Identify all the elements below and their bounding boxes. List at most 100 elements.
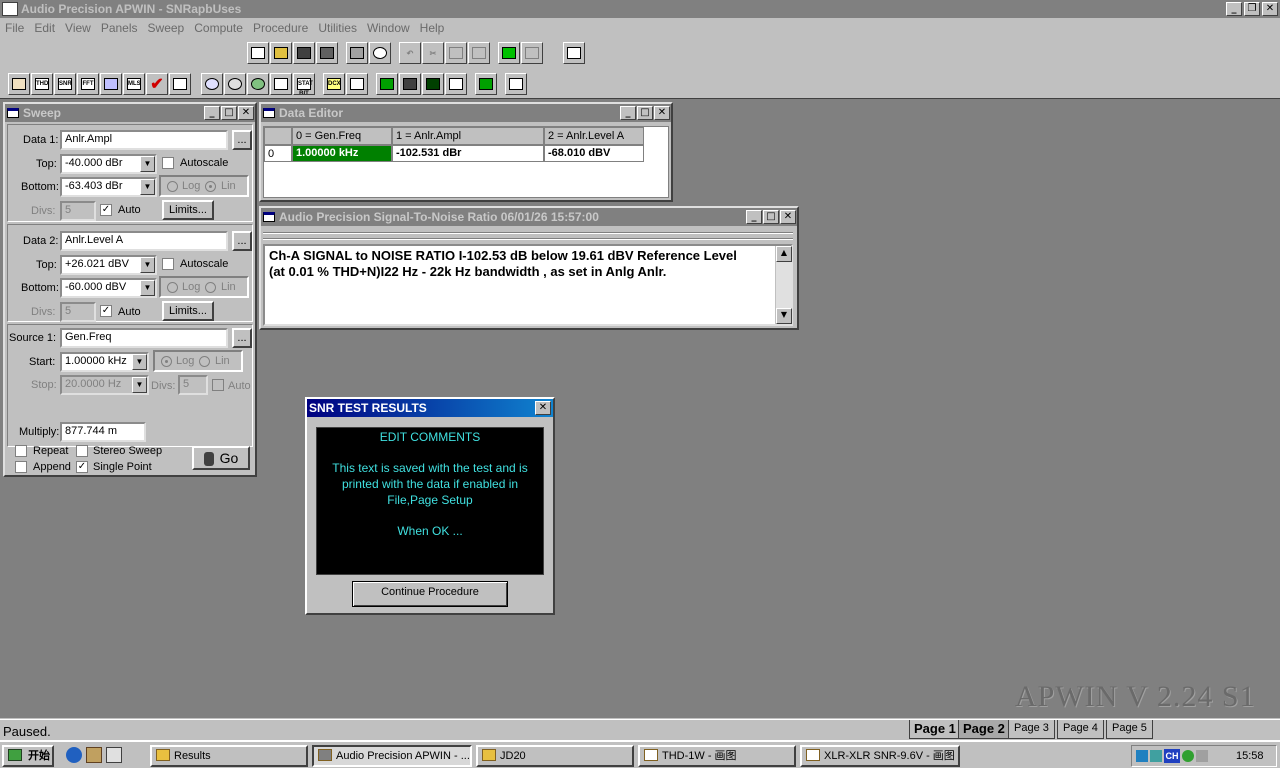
dialog-title-bar[interactable]: SNR TEST RESULTS ✕ xyxy=(307,399,553,417)
comments-box[interactable]: EDIT COMMENTS This text is saved with th… xyxy=(316,427,544,575)
maximize-button[interactable]: □ xyxy=(637,106,653,120)
dropdown-arrow-icon[interactable]: ▼ xyxy=(132,377,147,393)
new-file-icon[interactable] xyxy=(247,42,269,64)
close-button[interactable]: ✕ xyxy=(780,210,796,224)
mls-icon[interactable]: MLS xyxy=(123,73,145,95)
data1-browse-button[interactable]: ... xyxy=(232,130,252,150)
print-icon[interactable] xyxy=(346,42,368,64)
menu-item-utilities[interactable]: Utilities xyxy=(313,21,362,35)
open-folder-icon[interactable] xyxy=(270,42,292,64)
check-icon[interactable]: ✔ xyxy=(146,73,168,95)
table-cell-selected[interactable]: 1.00000 kHz xyxy=(292,145,392,162)
source1-browse-button[interactable]: ... xyxy=(232,328,252,348)
fft-icon[interactable]: FFT xyxy=(77,73,99,95)
paste-icon[interactable] xyxy=(468,42,490,64)
limits1-button[interactable]: Limits... xyxy=(162,200,214,220)
divs1-field[interactable]: 5 xyxy=(60,201,96,221)
meter-icon[interactable] xyxy=(247,73,269,95)
table-icon[interactable] xyxy=(445,73,467,95)
restore-button[interactable]: ❐ xyxy=(1244,2,1260,16)
menu-item-procedure[interactable]: Procedure xyxy=(248,21,313,35)
maximize-button[interactable]: □ xyxy=(221,106,237,120)
page-tab-2[interactable]: Page 2 xyxy=(958,720,1010,739)
go-button[interactable]: Go xyxy=(192,446,250,470)
dropdown-arrow-icon[interactable]: ▼ xyxy=(140,156,155,172)
graph-icon[interactable] xyxy=(422,73,444,95)
scroll-up-icon[interactable]: ▲ xyxy=(776,246,792,262)
lin2-radio[interactable] xyxy=(205,282,216,293)
top2-combo[interactable]: +26.021 dBV ▼ xyxy=(60,255,157,275)
stop-combo[interactable]: 20.0000 Hz ▼ xyxy=(60,375,149,395)
lin1-radio[interactable] xyxy=(205,181,216,192)
close-button[interactable]: ✕ xyxy=(1262,2,1278,16)
taskbar-item-results[interactable]: Results xyxy=(150,745,308,767)
taskbar-item-apwin[interactable]: Audio Precision APWIN - ... xyxy=(312,745,472,767)
analyzer-icon[interactable] xyxy=(224,73,246,95)
dcx-icon[interactable]: DCX xyxy=(323,73,345,95)
auto1-checkbox[interactable]: ✓ xyxy=(100,204,112,216)
close-button[interactable]: ✕ xyxy=(654,106,670,120)
menu-item-sweep[interactable]: Sweep xyxy=(143,21,190,35)
minimize-button[interactable]: _ xyxy=(1226,2,1242,16)
divs2-field[interactable]: 5 xyxy=(60,302,96,322)
copy-icon[interactable] xyxy=(445,42,467,64)
start-lin-radio[interactable] xyxy=(199,356,210,367)
maximize-button[interactable]: □ xyxy=(763,210,779,224)
run-icon[interactable] xyxy=(498,42,520,64)
input-method-icon[interactable]: CH xyxy=(1164,749,1180,763)
page-tab-1[interactable]: Page 1 xyxy=(909,720,961,739)
taskbar-item-jd20[interactable]: JD20 xyxy=(476,745,634,767)
switcher-icon[interactable] xyxy=(346,73,368,95)
notes-icon[interactable] xyxy=(505,73,527,95)
volume-icon[interactable] xyxy=(1196,750,1208,762)
stop-icon[interactable] xyxy=(521,42,543,64)
desktop-icon[interactable] xyxy=(106,747,122,763)
top1-combo[interactable]: -40.000 dBr ▼ xyxy=(60,154,157,174)
stat-bit-icon[interactable]: STAT BIT xyxy=(293,73,315,95)
spectrum-icon[interactable] xyxy=(100,73,122,95)
repeat-checkbox[interactable] xyxy=(15,445,27,457)
data2-field[interactable]: Anlr.Level A xyxy=(60,231,228,251)
graph-settings-icon[interactable] xyxy=(563,42,585,64)
cut-icon[interactable]: ✂ xyxy=(422,42,444,64)
stop-auto-checkbox[interactable] xyxy=(212,379,224,391)
menu-item-compute[interactable]: Compute xyxy=(189,21,248,35)
page-tab-3[interactable]: Page 3 xyxy=(1008,720,1055,739)
autoscale1-checkbox[interactable] xyxy=(162,157,174,169)
list-icon[interactable] xyxy=(169,73,191,95)
minimize-button[interactable]: _ xyxy=(620,106,636,120)
log2-radio[interactable] xyxy=(167,282,178,293)
start-combo[interactable]: 1.00000 kHz ▼ xyxy=(60,352,149,372)
bottom2-combo[interactable]: -60.000 dBV ▼ xyxy=(60,278,157,298)
ie-icon[interactable] xyxy=(66,747,82,763)
bottom1-combo[interactable]: -63.403 dBr ▼ xyxy=(60,177,157,197)
save-all-icon[interactable] xyxy=(316,42,338,64)
taskbar-item-thd[interactable]: THD-1W - 画图 xyxy=(638,745,796,767)
arrow-right-icon[interactable] xyxy=(376,73,398,95)
dropdown-arrow-icon[interactable]: ▼ xyxy=(140,179,155,195)
column-header[interactable]: 0 = Gen.Freq xyxy=(292,127,392,145)
bar-meter-icon[interactable] xyxy=(475,73,497,95)
scroll-down-icon[interactable]: ▼ xyxy=(776,308,792,324)
sine-wave-icon[interactable] xyxy=(201,73,223,95)
source1-field[interactable]: Gen.Freq xyxy=(60,328,228,348)
append-checkbox[interactable] xyxy=(15,461,27,473)
generator-icon[interactable] xyxy=(8,73,30,95)
undo-icon[interactable]: ↶ xyxy=(399,42,421,64)
close-button[interactable]: ✕ xyxy=(535,401,551,415)
minimize-button[interactable]: _ xyxy=(204,106,220,120)
stop-divs-field[interactable]: 5 xyxy=(178,375,208,395)
page-tab-4[interactable]: Page 4 xyxy=(1057,720,1104,739)
stereo-sweep-checkbox[interactable] xyxy=(76,445,88,457)
menu-item-file[interactable]: File xyxy=(0,21,29,35)
vertical-scrollbar[interactable]: ▲ ▼ xyxy=(775,246,792,324)
log1-radio[interactable] xyxy=(167,181,178,192)
data2-browse-button[interactable]: ... xyxy=(232,231,252,251)
notes-title-bar[interactable]: Audio Precision Signal-To-Noise Ratio 06… xyxy=(261,208,797,226)
globe-icon[interactable] xyxy=(1182,750,1194,762)
notes-text-area[interactable]: Ch-A SIGNAL to NOISE RATIO I-102.53 dB b… xyxy=(263,244,793,326)
column-header[interactable]: 1 = Anlr.Ampl xyxy=(392,127,544,145)
dropdown-arrow-icon[interactable]: ▼ xyxy=(132,354,147,370)
save-icon[interactable] xyxy=(293,42,315,64)
close-button[interactable]: ✕ xyxy=(238,106,254,120)
